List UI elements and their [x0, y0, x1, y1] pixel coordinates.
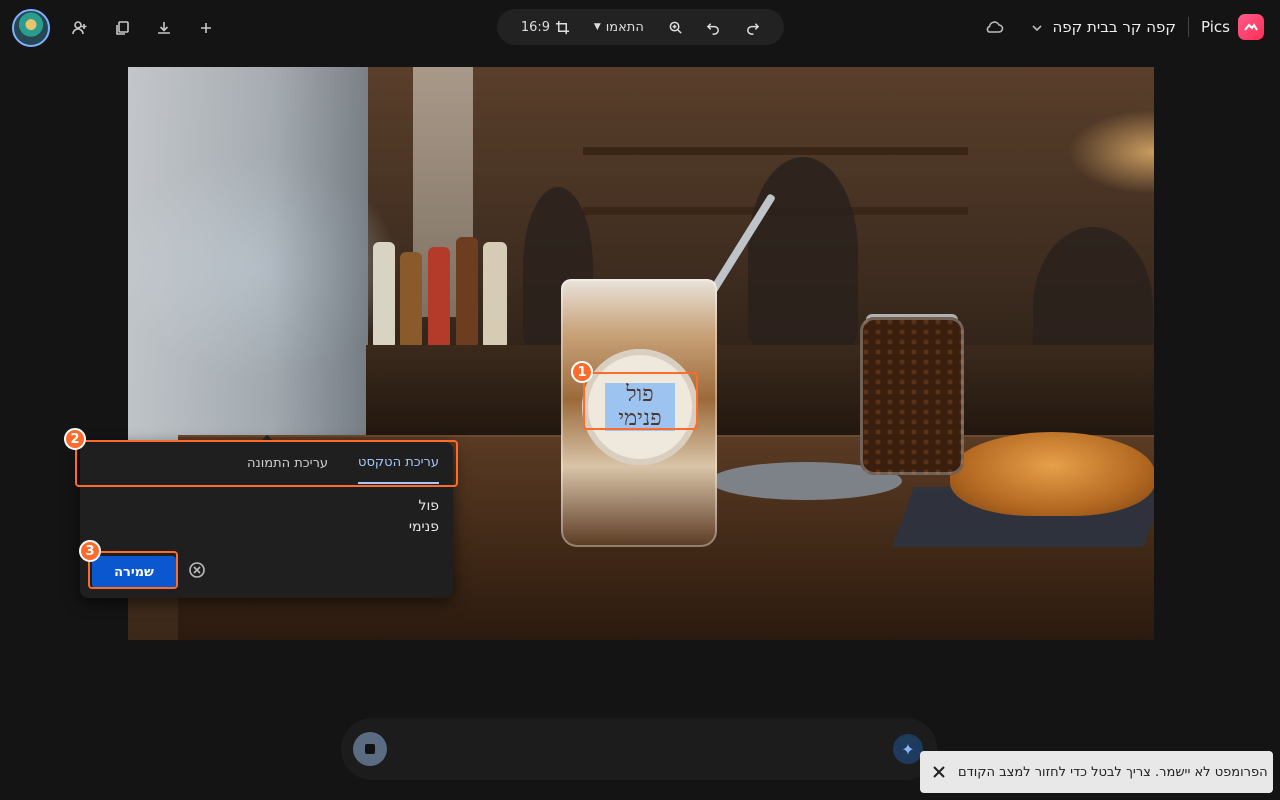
tab-edit-image[interactable]: עריכת התמונה: [247, 442, 328, 484]
plus-icon[interactable]: [188, 10, 224, 46]
document-title[interactable]: קפה קר בבית קפה: [1052, 18, 1176, 36]
left-tools: [12, 8, 224, 48]
brand-area: קפה קר בבית קפה Pics: [984, 10, 1264, 44]
step-marker-2: 2: [64, 428, 86, 450]
bottle: [428, 247, 450, 347]
step-marker-1: 1: [571, 361, 593, 383]
croissant: [950, 432, 1154, 516]
text-edit-field[interactable]: פול פנימי: [99, 496, 439, 552]
edit-panel: עריכת הטקסט עריכת התמונה פול פנימי שמירה: [80, 435, 453, 598]
copy-icon[interactable]: [104, 10, 140, 46]
caret-down-icon: ▼: [593, 22, 601, 32]
undo-icon: [707, 22, 720, 35]
stop-button[interactable]: [353, 732, 387, 766]
glass-sticker[interactable]: פול פנימי: [582, 349, 698, 465]
text-line-2: פנימי: [408, 519, 439, 535]
redo-button[interactable]: [745, 20, 760, 35]
redo-icon: [747, 22, 760, 35]
bottle: [400, 252, 422, 347]
text-line-1: פול: [418, 498, 439, 514]
cancel-circle-icon[interactable]: [187, 560, 207, 580]
stop-icon: [365, 744, 375, 754]
bottle: [456, 237, 478, 347]
close-icon[interactable]: [932, 761, 946, 783]
adjust-dropdown[interactable]: ▼ התאמו: [594, 20, 644, 35]
adjust-label: התאמו: [605, 19, 644, 35]
bar-counter: [366, 345, 1154, 435]
brand-logo-icon[interactable]: [1238, 14, 1264, 40]
crop-icon: [556, 20, 570, 34]
add-person-icon[interactable]: [62, 10, 98, 46]
zoom-icon: [669, 21, 682, 34]
cloud-save-icon[interactable]: [984, 17, 1004, 37]
aspect-ratio-label: 16:9: [520, 19, 551, 35]
aspect-ratio-control[interactable]: 16:9: [521, 20, 570, 35]
top-bar: 16:9 ▼ התאמו קפה קר בבית קפה Pics: [0, 0, 1280, 56]
save-button[interactable]: שמירה: [92, 556, 176, 588]
undo-button[interactable]: [706, 20, 721, 35]
step-marker-3: 3: [79, 540, 101, 562]
sparkle-icon: ✦: [893, 734, 923, 764]
bottle: [483, 242, 507, 347]
sticker-text-line1: פול: [626, 382, 654, 407]
prompt-bar[interactable]: ✦: [341, 718, 937, 780]
chevron-down-icon[interactable]: [1030, 20, 1044, 34]
tab-edit-text[interactable]: עריכת הטקסט: [358, 442, 439, 484]
barista-figure: [748, 157, 858, 347]
avatar[interactable]: [12, 9, 50, 47]
brand-name: Pics: [1201, 18, 1230, 36]
zoom-button[interactable]: [668, 20, 683, 35]
snackbar-message: הפרומפט לא יישמר. צריך לבטל כדי לחזור למ…: [958, 764, 1268, 780]
snackbar: הפרומפט לא יישמר. צריך לבטל כדי לחזור למ…: [920, 751, 1273, 793]
sticker-text[interactable]: פול פנימי: [605, 383, 675, 431]
shelf: [583, 147, 968, 155]
image-toolbar: 16:9 ▼ התאמו: [497, 9, 784, 45]
download-icon[interactable]: [146, 10, 182, 46]
coffee-bean-jar: [860, 317, 964, 475]
divider: [1188, 17, 1190, 37]
window-light: [128, 67, 368, 447]
edit-tabs: עריכת הטקסט עריכת התמונה: [80, 442, 453, 484]
bottle: [373, 242, 395, 347]
sticker-text-line2: פנימי: [618, 406, 662, 431]
